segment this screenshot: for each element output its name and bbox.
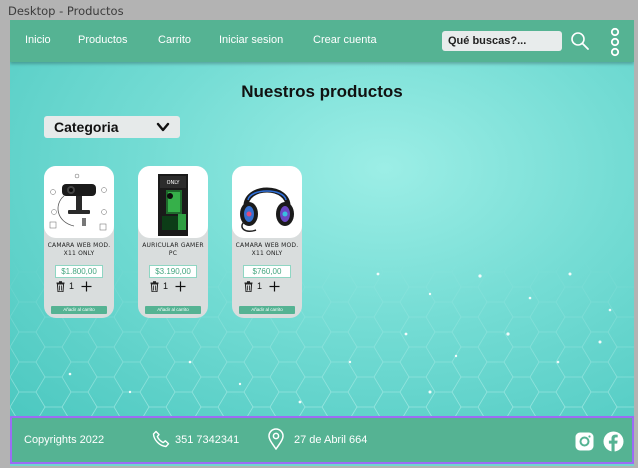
- phone-number: 351 7342341: [175, 434, 240, 446]
- product-image[interactable]: ONLY: [138, 166, 208, 238]
- frame-title: Desktop - Productos: [8, 4, 124, 18]
- nav-link-carrito[interactable]: Carrito: [158, 34, 191, 46]
- product-name: AURICULAR GAMER PC: [142, 242, 204, 257]
- svg-text:ONLY: ONLY: [167, 180, 181, 186]
- main-content: Nuestros productos Categoria CAMARA WEB …: [10, 62, 634, 416]
- add-to-cart-button[interactable]: Añadir al carrito: [239, 306, 295, 314]
- nav-link-productos[interactable]: Productos: [78, 34, 128, 46]
- webcam-image: [49, 173, 107, 231]
- instagram-icon[interactable]: [575, 432, 594, 451]
- copyright-text: Copyrights 2022: [24, 434, 105, 446]
- product-image[interactable]: [44, 166, 114, 238]
- plus-icon[interactable]: [175, 281, 186, 292]
- footer: Copyrights 2022 351 7342341 27 de Abril …: [10, 416, 634, 464]
- headset-box-image: ONLY: [158, 174, 188, 236]
- product-name: CAMARA WEB MOD. X11 ONLY: [235, 242, 299, 257]
- nav-link-iniciar-sesion[interactable]: Iniciar sesion: [219, 34, 283, 46]
- location-pin-icon: [268, 428, 284, 450]
- trash-icon[interactable]: [56, 281, 65, 292]
- add-to-cart-button[interactable]: Añadir al carrito: [145, 306, 201, 314]
- trash-icon[interactable]: [150, 281, 159, 292]
- navbar: Inicio Productos Carrito Iniciar sesion …: [10, 20, 634, 62]
- product-price: $1.800,00: [55, 265, 103, 278]
- product-card: CAMARA WEB MOD. X11 ONLY $1.800,00 1 Aña…: [44, 166, 114, 318]
- category-label: Categoria: [54, 119, 119, 135]
- search-input[interactable]: Qué buscas?...: [442, 31, 562, 51]
- product-price: $760,00: [243, 265, 291, 278]
- add-to-cart-button[interactable]: Añadir al carrito: [51, 306, 107, 314]
- plus-icon[interactable]: [81, 281, 92, 292]
- quantity-stepper: 1: [56, 281, 104, 293]
- kebab-menu-icon[interactable]: [609, 27, 621, 57]
- plus-icon[interactable]: [269, 281, 280, 292]
- product-image[interactable]: [232, 166, 302, 238]
- quantity-value: 1: [69, 281, 75, 291]
- category-dropdown[interactable]: Categoria: [44, 116, 180, 138]
- page-title: Nuestros productos: [241, 82, 403, 101]
- product-price: $3.190,00: [149, 265, 197, 278]
- nav-link-inicio[interactable]: Inicio: [25, 34, 51, 46]
- quantity-stepper: 1: [244, 281, 292, 293]
- headset-image: [240, 187, 294, 233]
- quantity-stepper: 1: [150, 281, 198, 293]
- chevron-down-icon: [156, 122, 170, 132]
- quantity-value: 1: [257, 281, 263, 291]
- product-card: CAMARA WEB MOD. X11 ONLY $760,00 1 Añadi…: [232, 166, 302, 318]
- search-icon[interactable]: [570, 31, 590, 51]
- facebook-icon[interactable]: [603, 431, 624, 452]
- nav-link-crear-cuenta[interactable]: Crear cuenta: [313, 34, 377, 46]
- quantity-value: 1: [163, 281, 169, 291]
- trash-icon[interactable]: [244, 281, 253, 292]
- product-name: CAMARA WEB MOD. X11 ONLY: [47, 242, 111, 257]
- page: Inicio Productos Carrito Iniciar sesion …: [10, 20, 634, 466]
- product-card: ONLY AURICULAR GAMER PC $3.190,00 1 Añad…: [138, 166, 208, 318]
- address-text: 27 de Abril 664: [294, 434, 368, 446]
- phone-icon: [152, 430, 170, 448]
